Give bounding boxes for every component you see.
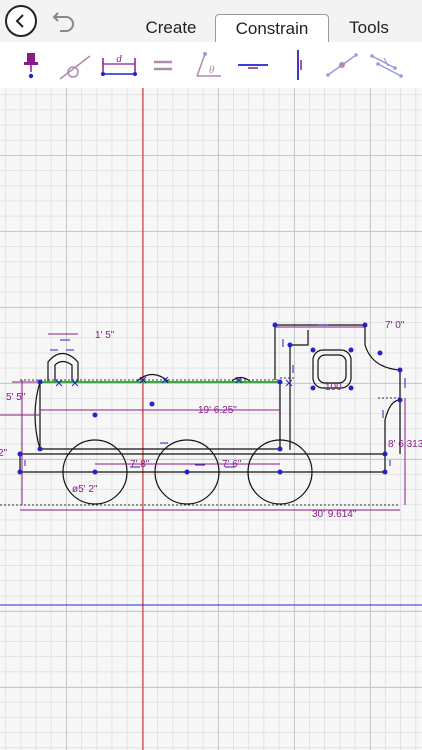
tangent-tool[interactable]: [55, 42, 95, 88]
dim-chimney-width[interactable]: 1' 5": [95, 330, 115, 341]
tab-constrain[interactable]: Constrain: [215, 14, 329, 42]
back-button[interactable]: [5, 5, 37, 37]
tab-create[interactable]: Create: [132, 14, 210, 42]
dim-total-length[interactable]: 30' 9.614": [312, 509, 357, 520]
dimension-tool-label: d: [116, 53, 122, 65]
midpoint-tool[interactable]: [322, 42, 362, 88]
construction-lines: [0, 377, 400, 506]
tab-tools[interactable]: Tools: [334, 14, 404, 42]
dim-left-frame[interactable]: 2": [0, 448, 8, 459]
undo-button[interactable]: [50, 7, 78, 35]
constraint-toolbar: d θ: [0, 42, 422, 89]
tangent-icon: [59, 55, 91, 80]
dim-wheel-diameter[interactable]: ø5' 2": [72, 484, 98, 495]
equal-icon: [154, 60, 172, 71]
top-bar: Create Constrain Tools: [0, 0, 422, 42]
dim-cab-roof[interactable]: 7' 0": [385, 320, 405, 331]
angle-icon: θ: [196, 52, 221, 77]
dim-wheel-spacing-1[interactable]: 7' 8": [130, 459, 150, 470]
dim-wheel-spacing-2[interactable]: 7' 6": [222, 459, 242, 470]
fix-tool[interactable]: [11, 42, 51, 88]
horizontal-icon: [238, 64, 268, 69]
pin-icon: [24, 53, 38, 79]
dimension-icon: d: [101, 53, 137, 76]
dimension-tool[interactable]: d: [99, 42, 139, 88]
dim-boiler-length[interactable]: 19' 6.25": [198, 405, 237, 416]
svg-text:θ: θ: [209, 64, 215, 76]
parallel-icon: [370, 54, 403, 78]
parallel-tool[interactable]: [366, 42, 406, 88]
horizontal-tool[interactable]: [233, 42, 273, 88]
equal-tool[interactable]: [143, 42, 183, 88]
chevron-left-icon: [15, 14, 24, 28]
dim-front-height[interactable]: 5' 5": [6, 392, 26, 403]
angle-tool[interactable]: θ: [187, 42, 227, 88]
undo-icon: [52, 12, 74, 32]
dim-cab-height[interactable]: 8' 6.313": [388, 439, 422, 450]
vertical-tool[interactable]: [278, 42, 318, 88]
dim-cab-window[interactable]: 100: [325, 382, 342, 393]
midpoint-icon: [326, 53, 358, 77]
vertical-icon: [297, 50, 302, 80]
sketch-canvas[interactable]: 1' 5" 7' 0" 5' 5" 19' 6.25" 100 2" 7' 8"…: [0, 88, 422, 750]
dimension-lines: [0, 326, 406, 511]
sketch-drawing[interactable]: 1' 5" 7' 0" 5' 5" 19' 6.25" 100 2" 7' 8"…: [0, 88, 422, 750]
